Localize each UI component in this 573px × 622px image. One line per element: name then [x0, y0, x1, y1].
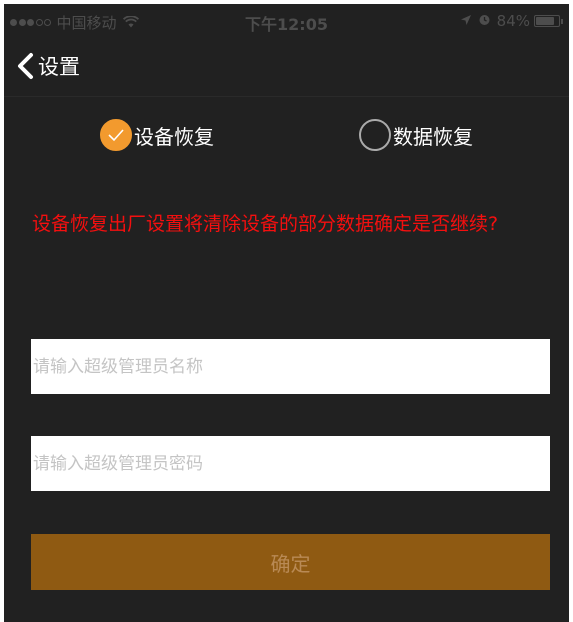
radio-checked-icon[interactable] [100, 119, 132, 151]
device-restore-option[interactable]: 设备恢复 [100, 119, 214, 151]
settings-screen: 中国移动 下午12:05 84% 设置 设备恢复 数据恢复 设备恢复出厂设置将清… [4, 4, 569, 622]
warning-message: 设备恢复出厂设置将清除设备的部分数据确定是否继续? [32, 213, 499, 235]
device-restore-label: 设备恢复 [134, 124, 214, 149]
confirm-button[interactable]: 确定 [31, 534, 550, 590]
admin-password-input[interactable] [31, 436, 550, 491]
battery-percent: 84% [496, 12, 530, 30]
battery-level [536, 17, 554, 25]
nav-bar: 设置 [4, 38, 569, 97]
radio-unchecked-icon[interactable] [359, 119, 391, 151]
admin-name-input[interactable] [31, 339, 550, 394]
restore-mode-options: 设备恢复 数据恢复 [4, 119, 569, 159]
back-button[interactable]: 设置 [16, 51, 80, 81]
status-right: 84% [454, 12, 563, 30]
chevron-left-icon [16, 52, 34, 80]
data-restore-label: 数据恢复 [393, 124, 473, 149]
alarm-clock-icon [478, 12, 491, 30]
battery-icon [534, 15, 560, 27]
battery-tip [561, 18, 563, 24]
page-title: 设置 [38, 55, 80, 79]
data-restore-option[interactable]: 数据恢复 [359, 119, 473, 151]
location-arrow-icon [460, 12, 472, 30]
status-bar: 中国移动 下午12:05 84% [4, 4, 569, 38]
